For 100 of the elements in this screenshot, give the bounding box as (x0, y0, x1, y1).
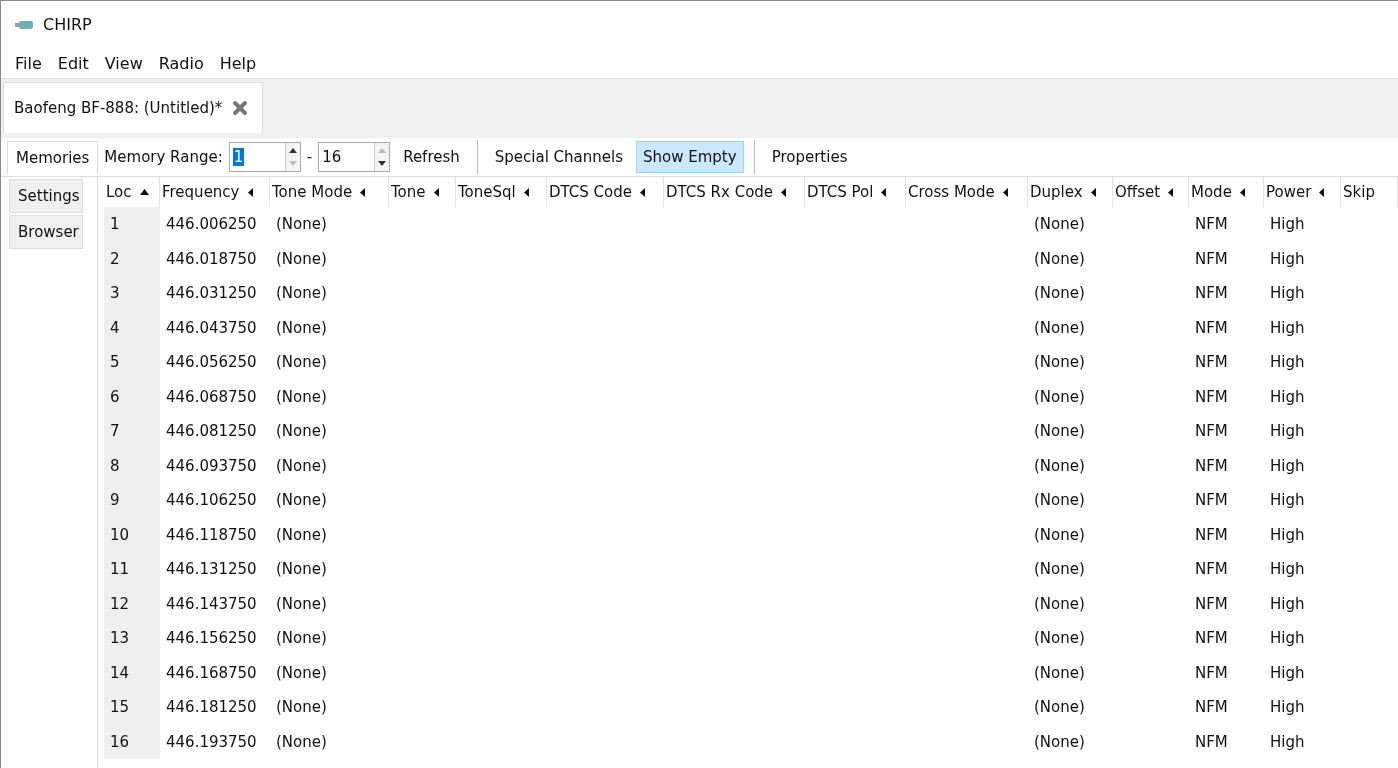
table-cell: 2 (110, 249, 120, 268)
refresh-button[interactable]: Refresh (396, 141, 467, 173)
table-cell: (None) (1034, 387, 1085, 406)
table-cell: NFM (1195, 525, 1228, 544)
table-cell: NFM (1195, 594, 1228, 613)
table-cell: (None) (1034, 525, 1085, 544)
table-cell: NFM (1195, 422, 1228, 441)
triangle-left-icon (1002, 187, 1008, 197)
table-cell: 9 (110, 491, 120, 510)
table-cell: (None) (276, 284, 327, 303)
column-header[interactable]: DTCS Code (547, 177, 664, 207)
table-cell: NFM (1195, 215, 1228, 234)
column-header[interactable]: Tone Mode (270, 177, 389, 207)
column-header[interactable]: Power (1264, 177, 1341, 207)
table-cell: High (1270, 491, 1305, 510)
table-cell: (None) (276, 456, 327, 475)
table-cell: NFM (1195, 456, 1228, 475)
table-cell: High (1270, 698, 1305, 717)
menu-item[interactable]: Edit (49, 53, 97, 73)
side-tab[interactable]: Memories (7, 140, 99, 174)
menu-item[interactable]: Help (211, 53, 265, 73)
table-cell: (None) (1034, 284, 1085, 303)
table-cell: (None) (1034, 629, 1085, 648)
table-cell: 446.131250 (166, 560, 257, 579)
table-cell: High (1270, 387, 1305, 406)
toggle-button[interactable]: Special Channels (487, 141, 630, 173)
table-cell: (None) (276, 629, 327, 648)
menu-item[interactable]: View (96, 53, 151, 73)
column-header[interactable]: Duplex (1028, 177, 1113, 207)
table-cell: NFM (1195, 387, 1228, 406)
side-tab[interactable]: Browser (9, 215, 83, 249)
table-cell: 11 (110, 560, 130, 579)
side-tab[interactable]: Settings (9, 179, 83, 213)
table-cell: High (1270, 629, 1305, 648)
table-cell: High (1270, 732, 1305, 751)
table-cell: (None) (1034, 318, 1085, 337)
table-cell: (None) (276, 422, 327, 441)
table-cell: (None) (276, 387, 327, 406)
table-cell: (None) (276, 491, 327, 510)
table-cell: NFM (1195, 353, 1228, 372)
table-cell: 3 (110, 284, 120, 303)
table-cell: (None) (1034, 491, 1085, 510)
triangle-left-icon (360, 187, 366, 197)
column-header[interactable]: Mode (1189, 177, 1264, 207)
column-header[interactable]: ToneSql (456, 177, 547, 207)
table-cell: (None) (276, 353, 327, 372)
table-cell: (None) (1034, 732, 1085, 751)
table-cell: 446.081250 (166, 422, 257, 441)
table-cell: High (1270, 594, 1305, 613)
table-cell: 446.181250 (166, 698, 257, 717)
triangle-left-icon (781, 187, 787, 197)
table-cell: High (1270, 353, 1305, 372)
table-cell: 446.056250 (166, 353, 257, 372)
table-cell: (None) (276, 525, 327, 544)
table-cell: 8 (110, 456, 120, 475)
table-cell: 6 (110, 387, 120, 406)
table-cell: (None) (276, 698, 327, 717)
range-start-field[interactable]: 1 (228, 142, 301, 172)
triangle-left-icon (881, 187, 887, 197)
table-cell: 1 (110, 215, 120, 234)
column-header[interactable]: Cross Mode (906, 177, 1028, 207)
menu-item[interactable]: Radio (150, 53, 212, 73)
table-cell: (None) (276, 594, 327, 613)
column-header[interactable]: Skip (1341, 177, 1398, 207)
column-header[interactable]: Frequency (160, 177, 270, 207)
close-icon[interactable] (232, 100, 249, 116)
table-cell: NFM (1195, 249, 1228, 268)
table-cell: 446.006250 (166, 215, 257, 234)
triangle-left-icon (247, 187, 253, 197)
range-end-field[interactable]: 16 (318, 142, 391, 172)
triangle-left-icon (1319, 187, 1325, 197)
table-cell: High (1270, 215, 1305, 234)
table-cell: 446.118750 (166, 525, 257, 544)
menu-item[interactable]: File (7, 53, 50, 73)
table-cell: 4 (110, 318, 120, 337)
column-header[interactable]: Tone (389, 177, 456, 207)
table-cell: (None) (276, 318, 327, 337)
table-cell: (None) (1034, 456, 1085, 475)
table-cell: 446.156250 (166, 629, 257, 648)
triangle-left-icon (1168, 187, 1174, 197)
column-header[interactable]: DTCS Rx Code (664, 177, 805, 207)
table-cell: High (1270, 525, 1305, 544)
triangle-left-icon (523, 187, 529, 197)
table-cell: 446.031250 (166, 284, 257, 303)
table-cell: High (1270, 663, 1305, 682)
sort-ascending-icon (139, 189, 149, 195)
table-cell: (None) (276, 560, 327, 579)
table-cell: 5 (110, 353, 120, 372)
column-header[interactable]: Offset (1113, 177, 1189, 207)
table-cell: 7 (110, 422, 120, 441)
document-tab[interactable]: Baofeng BF-888: (Untitled)* (3, 82, 264, 133)
table-cell: 446.068750 (166, 387, 257, 406)
column-header[interactable]: DTCS Pol (805, 177, 906, 207)
toggle-button[interactable]: Show Empty (636, 141, 744, 173)
triangle-left-icon (1239, 187, 1245, 197)
window-title: CHIRP (43, 15, 92, 34)
table-cell: High (1270, 560, 1305, 579)
table-cell: NFM (1195, 698, 1228, 717)
triangle-left-icon (433, 187, 439, 197)
properties-button[interactable]: Properties (764, 141, 855, 173)
